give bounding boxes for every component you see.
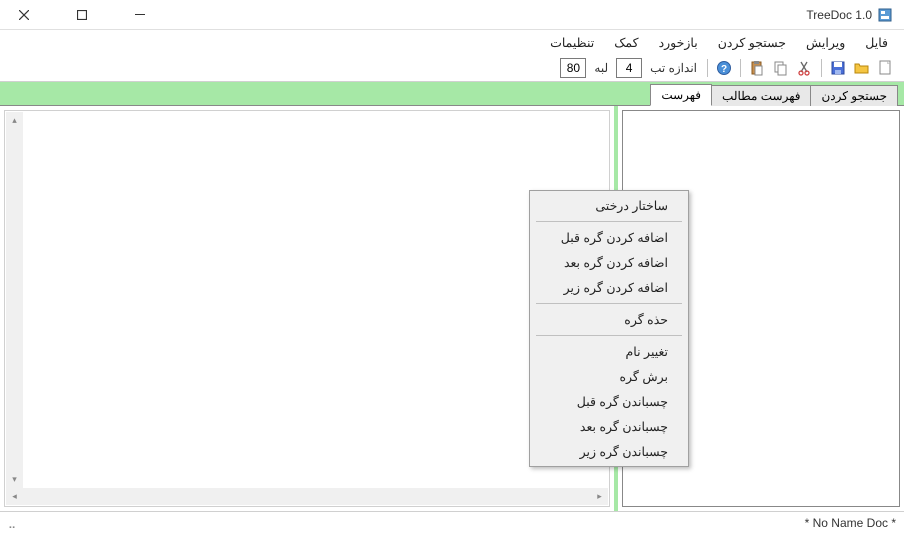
- app-title: TreeDoc 1.0: [806, 8, 872, 22]
- scroll-right-icon[interactable]: ▸: [591, 488, 608, 505]
- scroll-down-icon[interactable]: ▾: [6, 471, 23, 488]
- ctx-tree-structure[interactable]: ساختار درختی: [532, 193, 686, 218]
- separator: [536, 303, 682, 304]
- ctx-add-after[interactable]: اضافه کردن گره بعد: [532, 250, 686, 275]
- tab-search[interactable]: جستجو کردن: [810, 85, 898, 106]
- cut-icon[interactable]: [795, 58, 815, 78]
- menu-help[interactable]: کمک: [606, 33, 646, 52]
- separator: [707, 59, 708, 77]
- menu-file[interactable]: فایل: [857, 33, 896, 52]
- statusbar: ⣀ * No Name Doc *: [0, 511, 904, 533]
- ctx-delete[interactable]: حذه گره: [532, 307, 686, 332]
- maximize-button[interactable]: [62, 1, 102, 29]
- tab-contents[interactable]: فهرست مطالب: [711, 85, 811, 106]
- toolbar: ? اندازه تب لبه: [0, 54, 904, 82]
- editor-area[interactable]: ▴ ▾ ◂ ▸: [4, 110, 610, 507]
- save-icon[interactable]: [828, 58, 848, 78]
- ctx-cut[interactable]: برش گره: [532, 364, 686, 389]
- document-name: * No Name Doc *: [805, 516, 896, 530]
- separator: [821, 59, 822, 77]
- separator: [740, 59, 741, 77]
- page-label: لبه: [594, 61, 608, 75]
- menubar: فایل ویرایش جستجو کردن بازخورد کمک تنظیم…: [0, 30, 904, 54]
- horizontal-scrollbar[interactable]: ◂ ▸: [6, 488, 608, 505]
- menu-feedback[interactable]: بازخورد: [651, 33, 706, 52]
- vertical-scrollbar[interactable]: ▴ ▾: [6, 112, 23, 488]
- ctx-add-before[interactable]: اضافه کردن گره قبل: [532, 225, 686, 250]
- resize-grip-icon[interactable]: ⣀: [8, 516, 14, 529]
- close-button[interactable]: [4, 1, 44, 29]
- separator: [536, 221, 682, 222]
- new-icon[interactable]: [876, 58, 896, 78]
- menu-settings[interactable]: تنظیمات: [542, 33, 602, 52]
- context-menu: ساختار درختی اضافه کردن گره قبل اضافه کر…: [529, 190, 689, 467]
- tabbar: جستجو کردن فهرست مطالب فهرست: [0, 82, 904, 106]
- ctx-add-child[interactable]: اضافه کردن گره زیر: [532, 275, 686, 300]
- open-icon[interactable]: [852, 58, 872, 78]
- scroll-left-icon[interactable]: ◂: [6, 488, 23, 505]
- ctx-rename[interactable]: تغییر نام: [532, 339, 686, 364]
- title-area: TreeDoc 1.0: [806, 8, 900, 22]
- svg-text:?: ?: [721, 64, 727, 75]
- titlebar: TreeDoc 1.0: [0, 0, 904, 30]
- help-icon[interactable]: ?: [714, 58, 734, 78]
- app-icon: [878, 8, 892, 22]
- editor-panel: ▴ ▾ ◂ ▸: [0, 106, 614, 511]
- menu-search[interactable]: جستجو کردن: [710, 33, 794, 52]
- page-input[interactable]: [560, 58, 586, 78]
- menu-edit[interactable]: ویرایش: [798, 33, 853, 52]
- minimize-button[interactable]: [120, 1, 160, 29]
- copy-icon[interactable]: [771, 58, 791, 78]
- tab-list[interactable]: فهرست: [650, 84, 712, 106]
- ctx-paste-after[interactable]: چسباندن گره بعد: [532, 414, 686, 439]
- tab-size-label: اندازه تب: [650, 61, 697, 75]
- tab-size-input[interactable]: [616, 58, 642, 78]
- ctx-paste-before[interactable]: چسباندن گره قبل: [532, 389, 686, 414]
- paste-icon[interactable]: [747, 58, 767, 78]
- ctx-paste-child[interactable]: چسباندن گره زیر: [532, 439, 686, 464]
- window-controls: [4, 1, 160, 29]
- separator: [536, 335, 682, 336]
- main-area: ▴ ▾ ◂ ▸: [0, 106, 904, 511]
- scroll-up-icon[interactable]: ▴: [6, 112, 23, 129]
